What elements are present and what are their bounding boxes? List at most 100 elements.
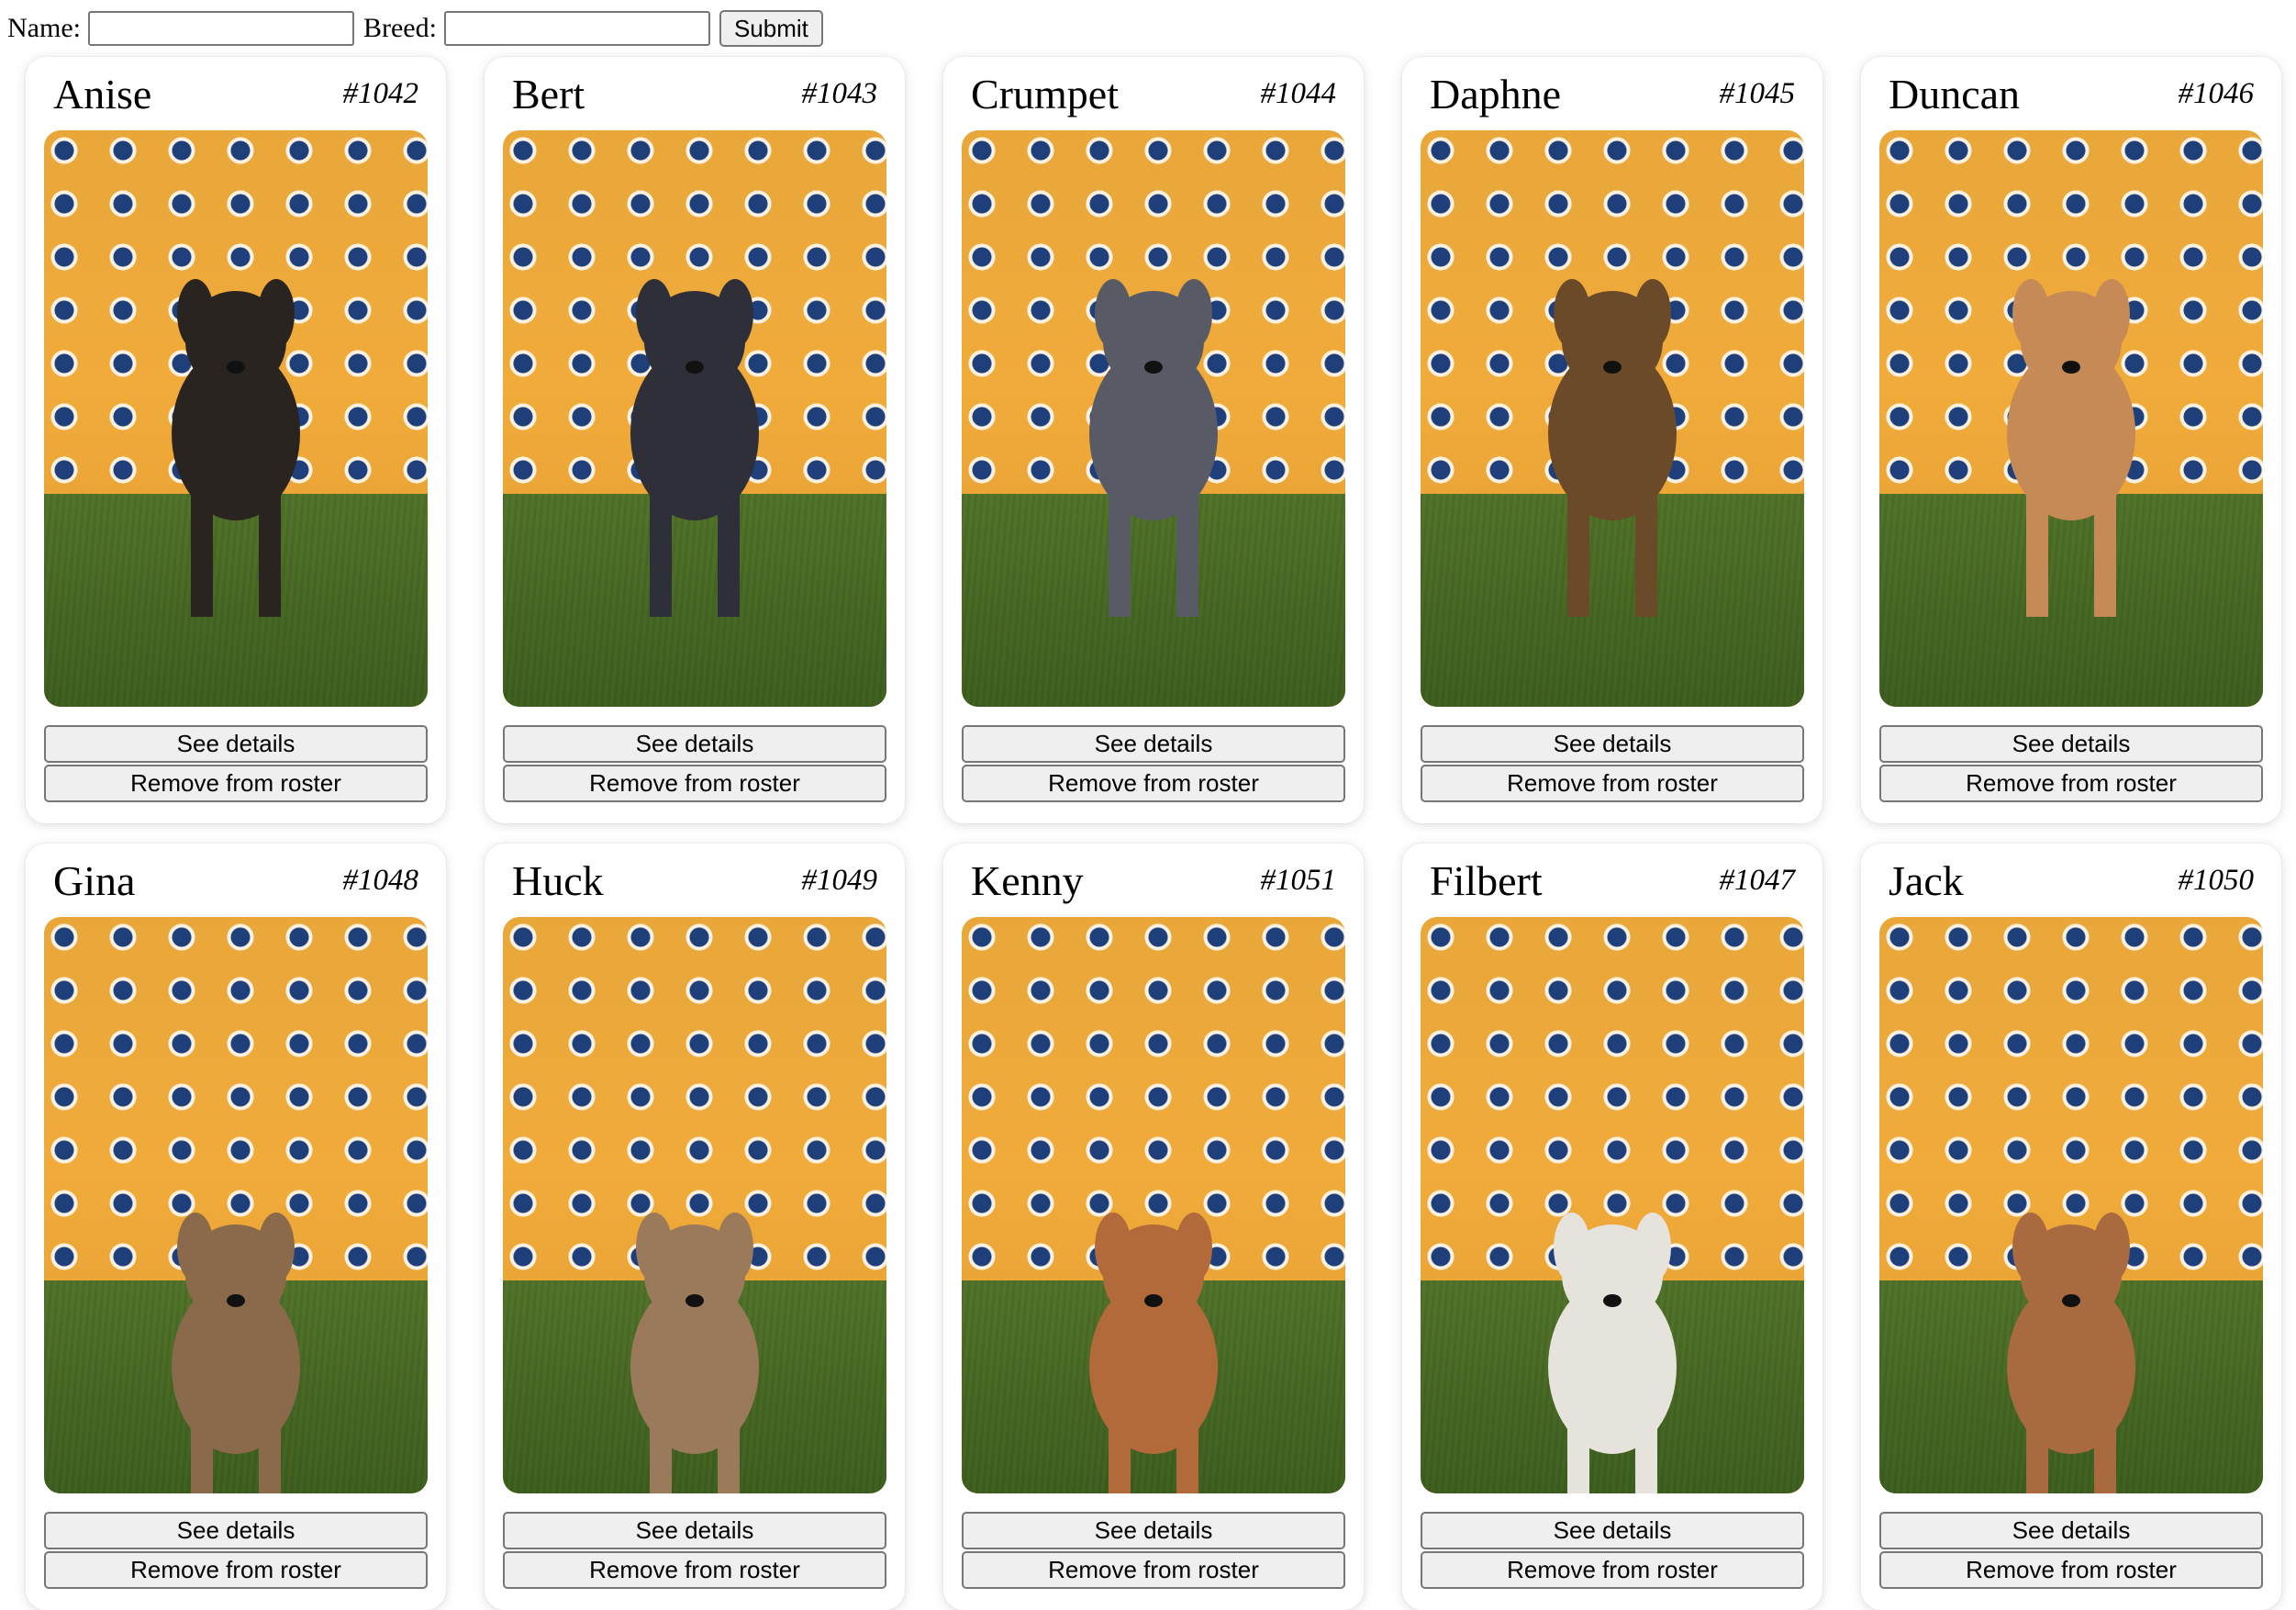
remove-from-roster-button[interactable]: Remove from roster <box>1421 1551 1804 1589</box>
puppy-photo <box>503 917 886 1493</box>
puppy-shape <box>718 1422 740 1493</box>
card-header: Anise #1042 <box>44 57 428 130</box>
puppy-silhouette-icon <box>1548 279 1677 617</box>
puppy-shape <box>2026 1422 2048 1493</box>
see-details-button[interactable]: See details <box>503 1512 886 1549</box>
see-details-button[interactable]: See details <box>962 1512 1345 1549</box>
puppy-shape <box>2012 279 2049 349</box>
remove-from-roster-button[interactable]: Remove from roster <box>1879 765 2263 802</box>
puppy-nose <box>685 1294 704 1307</box>
submit-button[interactable]: Submit <box>719 10 823 47</box>
see-details-button[interactable]: See details <box>1879 1512 2263 1549</box>
puppy-name: Duncan <box>1889 70 2021 117</box>
puppy-name: Kenny <box>971 856 1084 904</box>
puppy-card: Crumpet #1044 See details Remove from ro… <box>943 57 1364 823</box>
puppy-shape <box>1634 1213 1671 1282</box>
puppy-name: Jack <box>1889 856 1964 904</box>
remove-from-roster-button[interactable]: Remove from roster <box>44 765 428 802</box>
see-details-button[interactable]: See details <box>503 725 886 763</box>
puppy-silhouette-icon <box>1089 1213 1218 1493</box>
puppy-photo <box>1421 130 1804 707</box>
card-header: Jack #1050 <box>1879 844 2263 917</box>
puppy-silhouette-icon <box>1548 1213 1677 1493</box>
remove-from-roster-button[interactable]: Remove from roster <box>962 765 1345 802</box>
puppy-photo <box>962 917 1345 1493</box>
puppy-name: Filbert <box>1430 856 1543 904</box>
card-header: Filbert #1047 <box>1421 844 1804 917</box>
see-details-button[interactable]: See details <box>1421 1512 1804 1549</box>
see-details-button[interactable]: See details <box>962 725 1345 763</box>
puppy-photo <box>1879 130 2263 707</box>
remove-from-roster-button[interactable]: Remove from roster <box>503 765 886 802</box>
puppy-silhouette-icon <box>172 1213 300 1493</box>
remove-from-roster-button[interactable]: Remove from roster <box>503 1551 886 1589</box>
puppy-nose <box>1603 361 1622 374</box>
card-header: Crumpet #1044 <box>962 57 1345 130</box>
puppy-shape <box>2094 1422 2116 1493</box>
puppy-silhouette-icon <box>1089 279 1218 617</box>
puppy-number: #1045 <box>1719 76 1796 110</box>
puppy-name: Huck <box>512 856 604 904</box>
puppy-name: Gina <box>53 856 136 904</box>
puppy-shape <box>2094 488 2116 617</box>
puppy-shape <box>717 279 753 349</box>
puppy-number: #1042 <box>342 76 419 110</box>
puppy-shape <box>650 488 672 617</box>
breed-label: Breed: <box>362 13 437 43</box>
puppy-card: Huck #1049 See details Remove from roste… <box>485 844 905 1610</box>
puppy-photo <box>503 130 886 707</box>
puppy-shape <box>2093 279 2130 349</box>
puppy-shape <box>1109 488 1131 617</box>
puppy-name: Anise <box>53 70 152 117</box>
puppy-card: Anise #1042 See details Remove from rost… <box>26 57 446 823</box>
puppy-shape <box>1554 1213 1590 1282</box>
puppy-number: #1044 <box>1260 76 1337 110</box>
puppy-shape <box>636 1213 673 1282</box>
card-header: Kenny #1051 <box>962 844 1345 917</box>
name-input[interactable] <box>87 11 354 46</box>
puppy-nose <box>685 361 704 374</box>
puppy-nose <box>1144 1294 1163 1307</box>
puppy-shape <box>177 1213 214 1282</box>
remove-from-roster-button[interactable]: Remove from roster <box>1879 1551 2263 1589</box>
breed-input[interactable] <box>443 11 710 46</box>
puppy-nose <box>2062 361 2080 374</box>
puppy-silhouette-icon <box>630 279 759 617</box>
puppy-shape <box>717 1213 753 1282</box>
puppy-nose <box>1144 361 1163 374</box>
remove-from-roster-button[interactable]: Remove from roster <box>962 1551 1345 1589</box>
puppy-name: Crumpet <box>971 70 1119 117</box>
puppy-shape <box>191 488 213 617</box>
puppy-number: #1051 <box>1260 863 1337 897</box>
puppy-nose <box>1603 1294 1622 1307</box>
puppy-shape <box>259 488 281 617</box>
puppy-card: Daphne #1045 See details Remove from ros… <box>1402 57 1822 823</box>
puppy-nose <box>227 361 245 374</box>
see-details-button[interactable]: See details <box>1879 725 2263 763</box>
card-header: Duncan #1046 <box>1879 57 2263 130</box>
see-details-button[interactable]: See details <box>1421 725 1804 763</box>
puppy-shape <box>1176 1422 1198 1493</box>
card-header: Daphne #1045 <box>1421 57 1804 130</box>
puppy-shape <box>1634 279 1671 349</box>
puppy-shape <box>1554 279 1590 349</box>
puppy-silhouette-icon <box>172 279 300 617</box>
remove-from-roster-button[interactable]: Remove from roster <box>44 1551 428 1589</box>
puppy-shape <box>1176 488 1198 617</box>
puppy-shape <box>2012 1213 2049 1282</box>
puppy-shape <box>1095 279 1131 349</box>
puppy-card: Gina #1048 See details Remove from roste… <box>26 844 446 1610</box>
see-details-button[interactable]: See details <box>44 725 428 763</box>
puppy-name: Daphne <box>1430 70 1562 117</box>
puppy-card: Bert #1043 See details Remove from roste… <box>485 57 905 823</box>
puppy-shape <box>2093 1213 2130 1282</box>
puppy-card: Filbert #1047 See details Remove from ro… <box>1402 844 1822 1610</box>
see-details-button[interactable]: See details <box>44 1512 428 1549</box>
puppy-shape <box>1109 1422 1131 1493</box>
puppy-photo <box>44 917 428 1493</box>
remove-from-roster-button[interactable]: Remove from roster <box>1421 765 1804 802</box>
puppy-shape <box>1567 1422 1589 1493</box>
puppy-shape <box>1635 1422 1657 1493</box>
puppy-shape <box>1567 488 1589 617</box>
puppy-name: Bert <box>512 70 585 117</box>
